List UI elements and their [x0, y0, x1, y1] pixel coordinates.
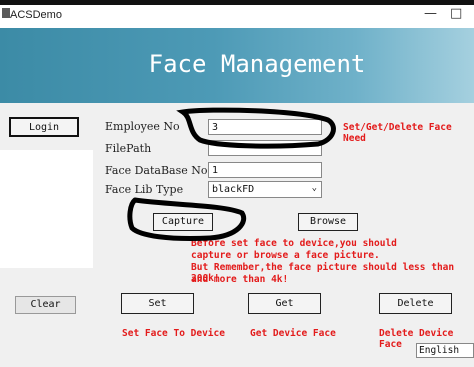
annotation-loop-employee: [176, 107, 336, 149]
annotation-loop-capture: [127, 197, 246, 241]
annotation-overlay: [127, 107, 336, 241]
main-window: ACSDemo — □ Face Management Login Employ…: [0, 0, 474, 367]
